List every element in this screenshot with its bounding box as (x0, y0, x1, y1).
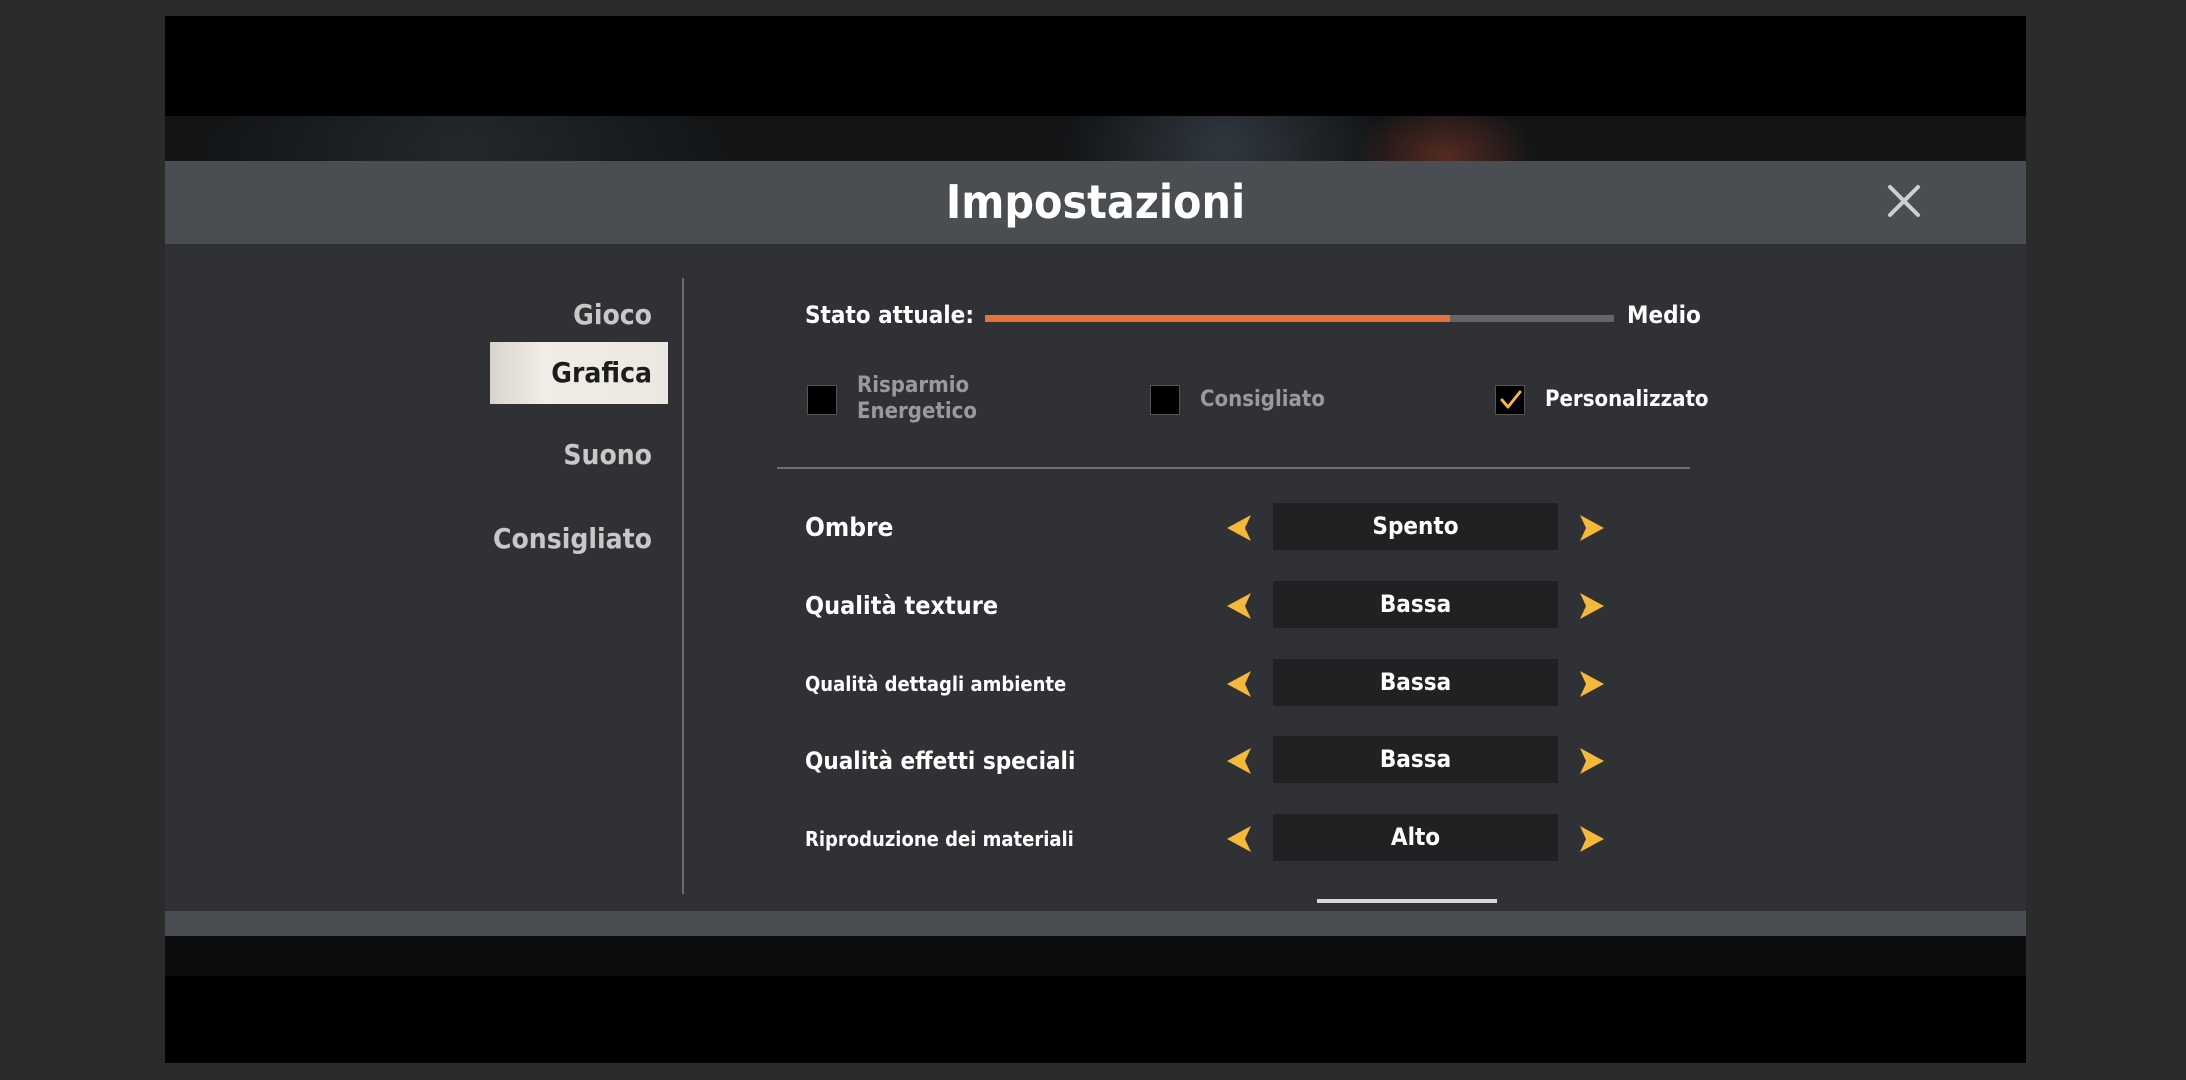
game-frame: Impostazioni Gioco Grafica Suono Consigl… (165, 16, 2026, 1063)
setting-label: Qualità dettagli ambiente (805, 672, 1067, 696)
preset-label: Consigliato (1200, 387, 1325, 412)
chevron-left-icon[interactable] (1225, 824, 1253, 854)
section-divider (777, 467, 1690, 469)
nav-item-label: Grafica (551, 356, 652, 389)
dialog-footer (165, 911, 2026, 936)
close-icon[interactable] (1882, 179, 1926, 223)
setting-value: Bassa (1273, 581, 1558, 628)
setting-label: Qualità texture (805, 591, 999, 620)
chevron-left-icon[interactable] (1225, 746, 1253, 776)
preset-label-line1: Risparmio (857, 373, 970, 398)
nav-item-label: Gioco (573, 298, 652, 331)
setting-label: Ombre (805, 513, 894, 543)
quality-label: Stato attuale: (805, 301, 974, 329)
nav-item-label: Suono (563, 438, 652, 471)
quality-value: Medio (1627, 301, 1701, 329)
setting-row-qualita-effetti-speciali: Qualità effetti speciali Bassa (805, 736, 1805, 786)
setting-label: Qualità effetti speciali (805, 747, 1076, 775)
preset-label: Personalizzato (1545, 387, 1709, 412)
preset-consigliato[interactable]: Consigliato (1150, 385, 1350, 419)
chevron-left-icon[interactable] (1225, 669, 1253, 699)
scroll-indicator[interactable] (1317, 899, 1497, 903)
preset-checkbox[interactable] (807, 385, 837, 415)
nav-item-label: Consigliato (493, 522, 652, 555)
dialog-header: Impostazioni (165, 161, 2026, 244)
chevron-left-icon[interactable] (1225, 591, 1253, 621)
quality-level-bar (985, 315, 1614, 322)
chevron-right-icon[interactable] (1578, 513, 1606, 543)
preset-personalizzato[interactable]: Personalizzato (1495, 385, 1725, 419)
chevron-left-icon[interactable] (1225, 513, 1253, 543)
setting-value: Spento (1273, 503, 1558, 550)
preset-label-line2: Energetico (857, 399, 977, 424)
quality-level-fill (985, 315, 1451, 322)
preset-checkbox[interactable] (1150, 385, 1180, 415)
nav-item-grafica[interactable]: Grafica (490, 342, 668, 404)
setting-label: Riproduzione dei materiali (805, 827, 1074, 851)
setting-row-qualita-texture: Qualità texture Bassa (805, 581, 1805, 631)
nav-divider (682, 278, 684, 894)
nav-item-gioco[interactable]: Gioco (490, 284, 668, 346)
setting-value: Bassa (1273, 736, 1558, 783)
setting-value: Alto (1273, 814, 1558, 861)
dialog-title: Impostazioni (945, 175, 1246, 229)
nav-item-consigliato[interactable]: Consigliato (490, 508, 668, 570)
setting-row-riproduzione-materiali: Riproduzione dei materiali Alto (805, 814, 1805, 864)
preset-risparmio-energetico[interactable]: Risparmio Energetico (807, 373, 1027, 433)
settings-nav: Gioco Grafica Suono Consigliato (165, 244, 683, 884)
preset-checkbox[interactable] (1495, 385, 1525, 415)
chevron-right-icon[interactable] (1578, 824, 1606, 854)
setting-row-ombre: Ombre Spento (805, 503, 1805, 553)
setting-value: Bassa (1273, 659, 1558, 706)
nav-item-suono[interactable]: Suono (490, 424, 668, 486)
chevron-right-icon[interactable] (1578, 591, 1606, 621)
chevron-right-icon[interactable] (1578, 746, 1606, 776)
setting-row-qualita-dettagli-ambiente: Qualità dettagli ambiente Bassa (805, 659, 1805, 709)
chevron-right-icon[interactable] (1578, 669, 1606, 699)
checkmark-icon (1500, 390, 1522, 409)
